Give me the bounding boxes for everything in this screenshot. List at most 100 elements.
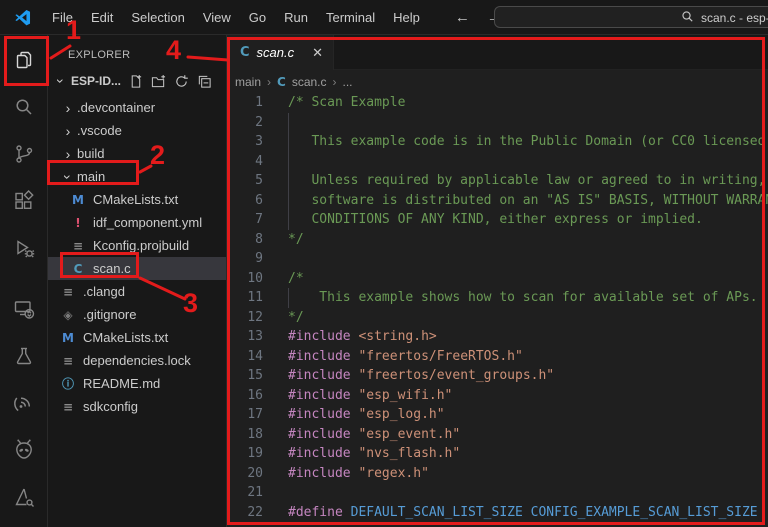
refresh-button[interactable]	[174, 74, 189, 89]
tab-bar: C scan.c ✕	[227, 35, 768, 70]
code-editor[interactable]: 1 /* Scan Example 23 This example code is …	[227, 93, 768, 527]
breadcrumb-more[interactable]: ...	[343, 75, 353, 89]
line-number[interactable]: 20	[227, 464, 263, 484]
tree-item-readme-md[interactable]: ⓘREADME.md	[48, 372, 226, 395]
line-number[interactable]: 15	[227, 366, 263, 386]
tree-item-idf-component-yml[interactable]: !idf_component.yml	[48, 211, 226, 234]
nav-back-button[interactable]: ←	[455, 9, 470, 26]
code-text[interactable]: #define DEFAULT_SCAN_LIST_SIZE CONFIG_EX…	[288, 503, 758, 523]
explorer-sidebar: EXPLORER › ESP-ID... ›.devcontainer›.vsc…	[48, 35, 227, 527]
file-type-icon: ≡	[61, 354, 75, 368]
code-text[interactable]: /*	[288, 269, 304, 289]
line-number[interactable]: 16	[227, 386, 263, 406]
line-number[interactable]: 3	[227, 132, 263, 152]
tree-item--vscode[interactable]: ›.vscode	[48, 119, 226, 142]
tree-item-cmakelists-txt[interactable]: MCMakeLists.txt	[48, 326, 226, 349]
token-string: "freertos/event_groups.h"	[358, 368, 554, 383]
breadcrumb-file[interactable]: scan.c	[292, 75, 327, 89]
menu-go[interactable]: Go	[240, 0, 275, 35]
tree-item-cmakelists-txt[interactable]: MCMakeLists.txt	[48, 188, 226, 211]
line-number[interactable]: 17	[227, 405, 263, 425]
breadcrumb-folder[interactable]: main	[235, 75, 261, 89]
collapse-all-button[interactable]	[197, 74, 212, 89]
testing-icon[interactable]	[0, 332, 47, 379]
tree-item-kconfig-projbuild[interactable]: ≡Kconfig.projbuild	[48, 234, 226, 257]
tab-scan-c[interactable]: C scan.c ✕	[227, 35, 334, 70]
tree-item--clangd[interactable]: ≡.clangd	[48, 280, 226, 303]
menu-view[interactable]: View	[194, 0, 240, 35]
line-number[interactable]: 9	[227, 249, 263, 269]
code-line: 13 #include <string.h>	[227, 327, 768, 347]
code-text[interactable]: This example shows how to scan for avail…	[288, 288, 758, 308]
tree-item-main[interactable]: ›main	[48, 165, 226, 188]
menu-help[interactable]: Help	[384, 0, 429, 35]
code-text[interactable]: software is distributed on an "AS IS" BA…	[288, 191, 768, 211]
line-number[interactable]: 4	[227, 152, 263, 172]
code-text[interactable]: #include <string.h>	[288, 327, 437, 347]
line-number[interactable]: 6	[227, 191, 263, 211]
line-number[interactable]: 19	[227, 444, 263, 464]
code-text[interactable]: #include "freertos/event_groups.h"	[288, 366, 554, 386]
source-control-icon[interactable]	[0, 130, 47, 177]
menu-selection[interactable]: Selection	[122, 0, 193, 35]
chevron-right-icon: ›	[333, 75, 337, 89]
line-number[interactable]: 21	[227, 483, 263, 503]
run-and-debug-icon[interactable]	[0, 224, 47, 271]
menu-edit[interactable]: Edit	[82, 0, 122, 35]
code-text[interactable]: */	[288, 308, 304, 328]
espressif-idf-icon[interactable]	[0, 379, 47, 426]
tree-item-build[interactable]: ›build	[48, 142, 226, 165]
line-number[interactable]: 12	[227, 308, 263, 328]
tree-item-sdkconfig[interactable]: ≡sdkconfig	[48, 395, 226, 418]
line-number[interactable]: 1	[227, 93, 263, 113]
tree-item-dependencies-lock[interactable]: ≡dependencies.lock	[48, 349, 226, 372]
menu-run[interactable]: Run	[275, 0, 317, 35]
extensions-icon[interactable]	[0, 177, 47, 224]
tree-item-scan-c[interactable]: Cscan.c	[48, 257, 226, 280]
line-number[interactable]: 7	[227, 210, 263, 230]
search-icon[interactable]	[0, 83, 47, 130]
token-comment: software is distributed on an "AS IS" BA…	[288, 193, 768, 208]
new-file-button[interactable]	[128, 74, 143, 89]
code-text[interactable]: */	[288, 230, 304, 250]
code-text[interactable]: #include "esp_wifi.h"	[288, 386, 452, 406]
line-number[interactable]: 14	[227, 347, 263, 367]
workspace-section-header[interactable]: › ESP-ID...	[48, 69, 226, 93]
file-type-icon: M	[61, 331, 75, 345]
remote-explorer-icon[interactable]	[0, 285, 47, 332]
line-number[interactable]: 8	[227, 230, 263, 250]
line-number[interactable]: 13	[227, 327, 263, 347]
line-number[interactable]: 11	[227, 288, 263, 308]
code-text[interactable]: #include "esp_log.h"	[288, 405, 445, 425]
token-comment: CONDITIONS OF ANY KIND, either express o…	[288, 212, 703, 227]
line-number[interactable]: 2	[227, 113, 263, 133]
alien-extension-icon[interactable]	[0, 426, 47, 473]
code-text[interactable]: CONDITIONS OF ANY KIND, either express o…	[288, 210, 703, 230]
code-text[interactable]: #include "nvs_flash.h"	[288, 444, 460, 464]
line-number[interactable]: 10	[227, 269, 263, 289]
code-text[interactable]: #include "regex.h"	[288, 464, 429, 484]
line-number[interactable]: 22	[227, 503, 263, 523]
new-folder-button[interactable]	[151, 74, 166, 89]
chevron-right-icon: ›	[61, 100, 75, 116]
close-icon[interactable]: ✕	[312, 45, 323, 61]
code-text[interactable]: #include "esp_event.h"	[288, 425, 460, 445]
line-number[interactable]: 18	[227, 425, 263, 445]
code-line: 2	[227, 113, 768, 133]
cmake-tools-icon[interactable]	[0, 473, 47, 520]
tree-item--devcontainer[interactable]: ›.devcontainer	[48, 96, 226, 119]
chevron-right-icon: ›	[61, 146, 75, 162]
tree-item--gitignore[interactable]: ◈.gitignore	[48, 303, 226, 326]
menu-terminal[interactable]: Terminal	[317, 0, 384, 35]
command-center-search[interactable]: scan.c - esp-idf-	[494, 6, 768, 28]
code-text[interactable]: Unless required by applicable law or agr…	[288, 171, 768, 191]
tree-item-label: build	[77, 146, 104, 161]
code-text[interactable]: #include "freertos/FreeRTOS.h"	[288, 347, 523, 367]
code-text[interactable]: /* Scan Example	[288, 93, 405, 113]
file-type-icon: C	[71, 262, 85, 276]
code-text[interactable]: This example code is in the Public Domai…	[288, 132, 768, 152]
explorer-icon[interactable]	[0, 36, 47, 83]
menu-file[interactable]: File	[43, 0, 82, 35]
vscode-logo-icon	[13, 8, 32, 27]
line-number[interactable]: 5	[227, 171, 263, 191]
